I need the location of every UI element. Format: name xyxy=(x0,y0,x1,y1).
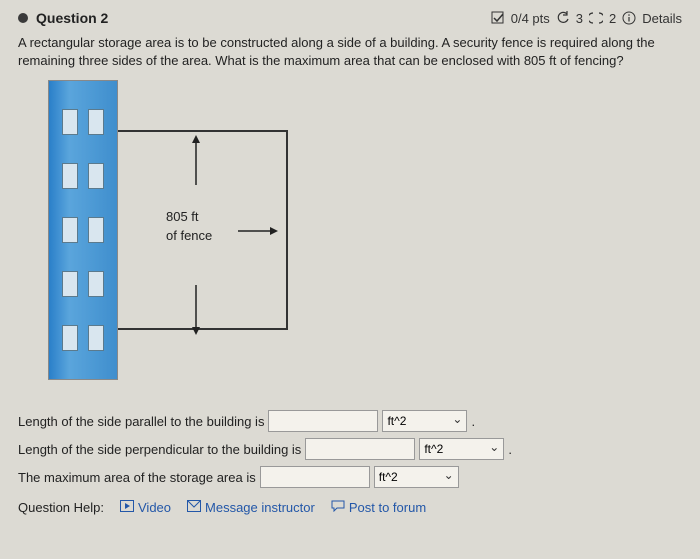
header-left: Question 2 xyxy=(18,10,108,26)
chat-icon xyxy=(331,500,345,515)
answer-row-perpendicular: Length of the side perpendicular to the … xyxy=(18,438,682,460)
header-right: 0/4 pts 3 2 Details xyxy=(491,11,682,26)
input-perpendicular[interactable] xyxy=(305,438,415,460)
unit-select-perpendicular[interactable]: ft^2 xyxy=(419,438,504,460)
checkbox-icon xyxy=(491,11,505,25)
fence-label-line2: of fence xyxy=(166,227,212,245)
period: . xyxy=(508,442,512,457)
retry-icon xyxy=(556,11,570,25)
label-area: The maximum area of the storage area is xyxy=(18,470,256,485)
video-text: Video xyxy=(138,500,171,515)
envelope-icon xyxy=(187,500,201,515)
fence-label: 805 ft of fence xyxy=(166,208,212,244)
unit-select-parallel[interactable]: ft^2 xyxy=(382,410,467,432)
video-link[interactable]: Video xyxy=(120,500,171,515)
input-area[interactable] xyxy=(260,466,370,488)
help-label: Question Help: xyxy=(18,500,104,515)
answers-block: Length of the side parallel to the build… xyxy=(18,410,682,488)
label-perpendicular: Length of the side perpendicular to the … xyxy=(18,442,301,457)
answer-row-parallel: Length of the side parallel to the build… xyxy=(18,410,682,432)
attempts-count: 2 xyxy=(609,11,616,26)
help-row: Question Help: Video Message instructor … xyxy=(18,500,682,515)
forum-text: Post to forum xyxy=(349,500,426,515)
building-graphic xyxy=(48,80,118,380)
input-parallel[interactable] xyxy=(268,410,378,432)
label-parallel: Length of the side parallel to the build… xyxy=(18,414,264,429)
arrow-right-icon xyxy=(238,225,278,240)
unit-select-area[interactable]: ft^2 xyxy=(374,466,459,488)
answer-row-area: The maximum area of the storage area is … xyxy=(18,466,682,488)
status-bullet-icon xyxy=(18,13,28,23)
question-header: Question 2 0/4 pts 3 2 Details xyxy=(18,10,682,26)
message-text: Message instructor xyxy=(205,500,315,515)
figure: 805 ft of fence xyxy=(48,80,308,380)
question-title: Question 2 xyxy=(36,10,108,26)
question-prompt: A rectangular storage area is to be cons… xyxy=(18,34,682,70)
video-icon xyxy=(120,500,134,515)
arrow-down-icon xyxy=(190,285,202,338)
info-icon xyxy=(622,11,636,25)
arrow-up-icon xyxy=(190,135,202,188)
fence-label-line1: 805 ft xyxy=(166,208,212,226)
points-text: 0/4 pts xyxy=(511,11,550,26)
period: . xyxy=(471,414,475,429)
attempts-icon xyxy=(589,11,603,25)
forum-link[interactable]: Post to forum xyxy=(331,500,426,515)
message-link[interactable]: Message instructor xyxy=(187,500,315,515)
details-link[interactable]: Details xyxy=(642,11,682,26)
retries-count: 3 xyxy=(576,11,583,26)
